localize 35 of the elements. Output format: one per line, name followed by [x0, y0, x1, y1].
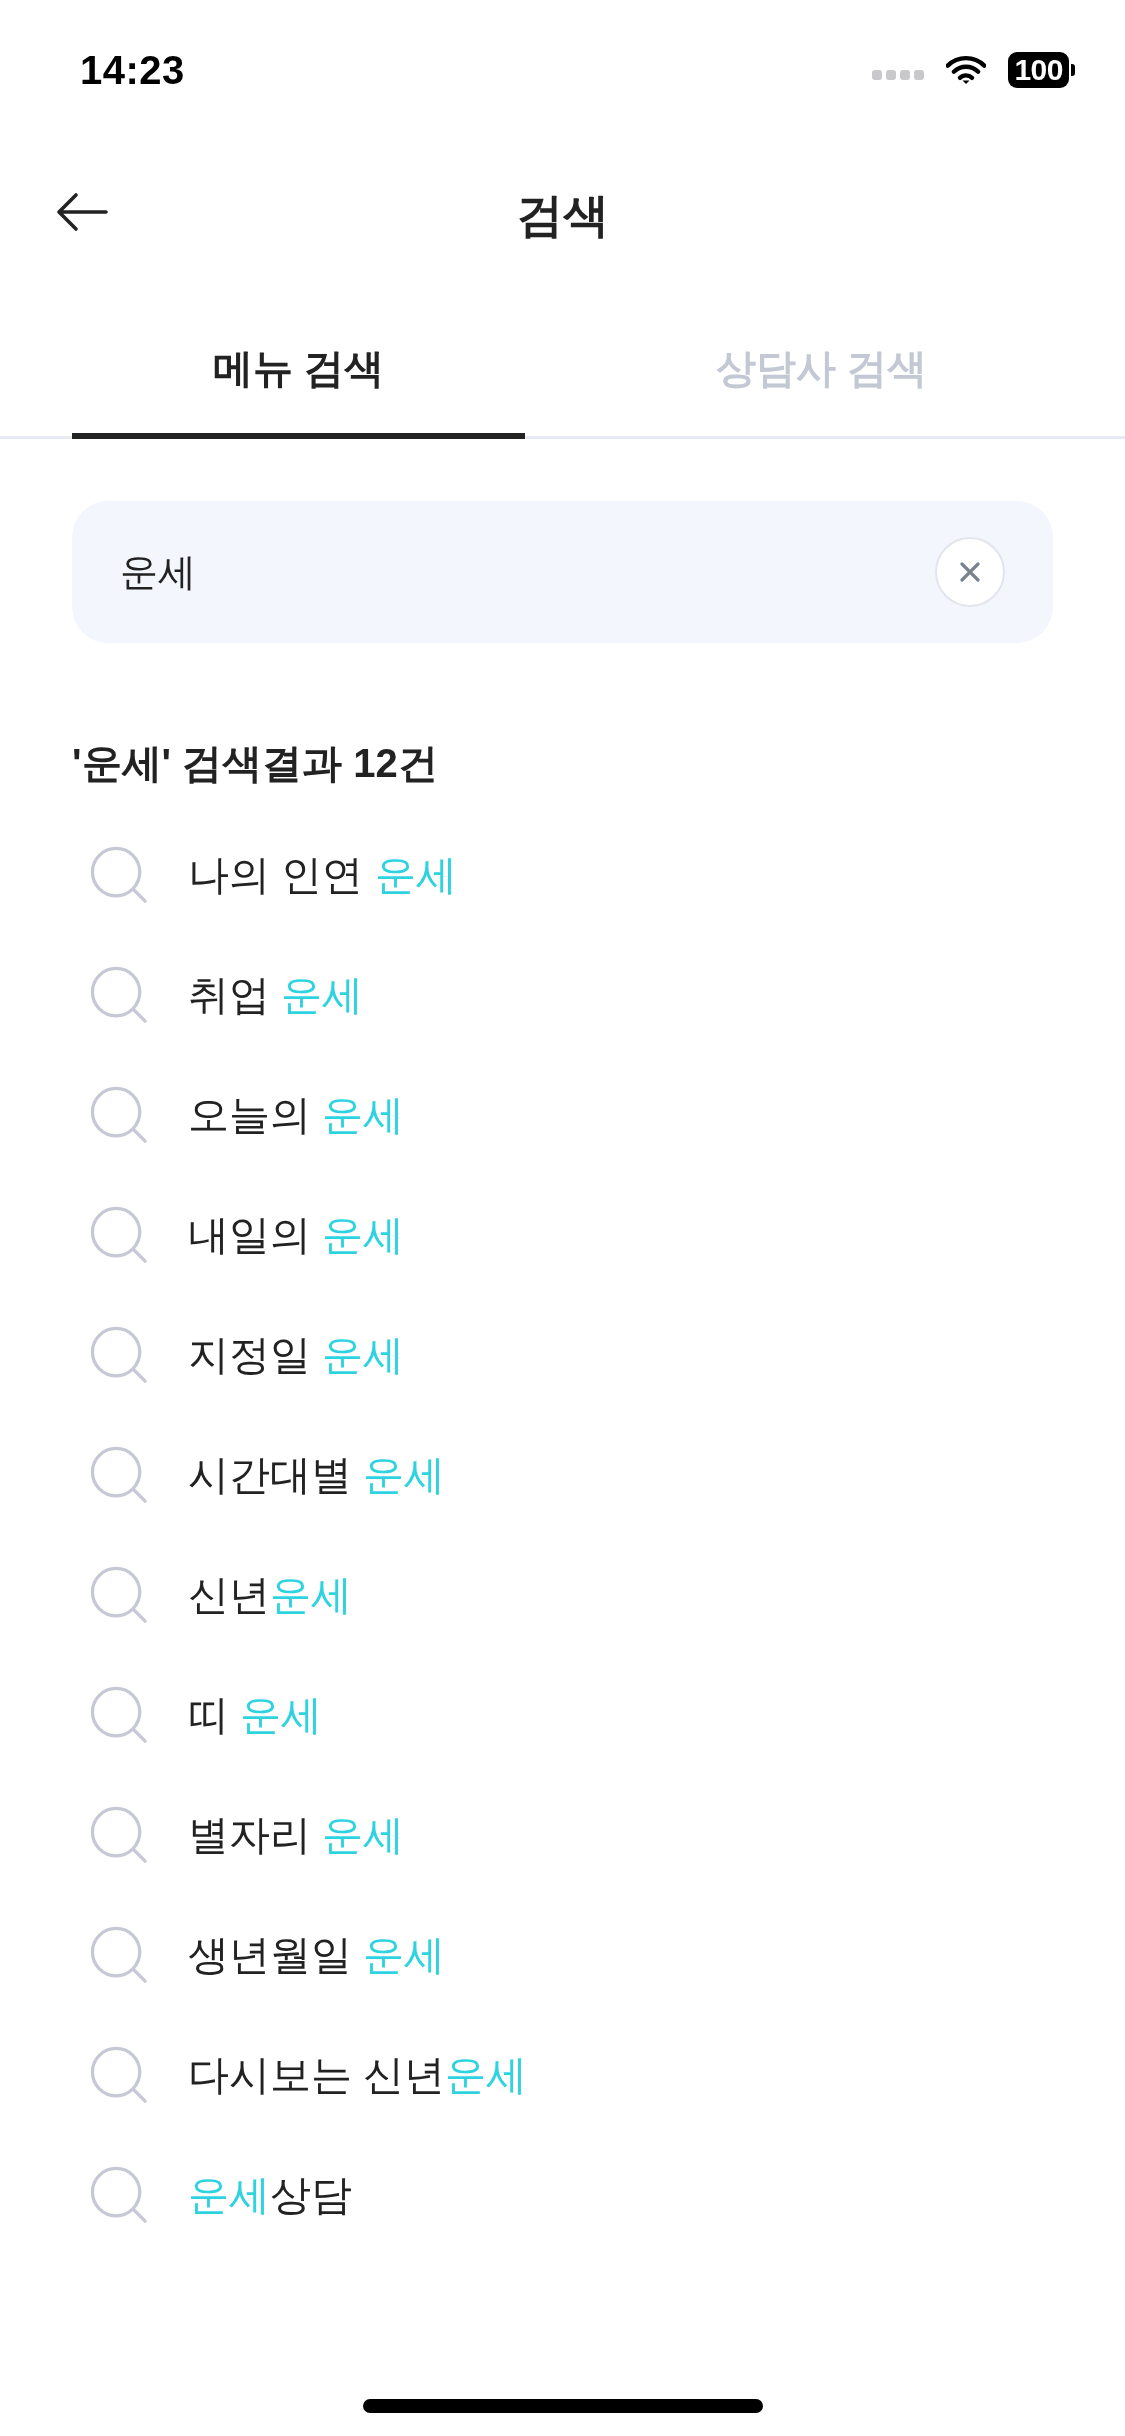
search-result-item[interactable]: 나의 인연 운세: [90, 815, 457, 935]
search-icon: [90, 1686, 148, 1744]
search-result-item[interactable]: 신년운세: [90, 1535, 352, 1655]
search-result-item[interactable]: 취업 운세: [90, 935, 364, 1055]
search-icon: [90, 846, 148, 904]
close-icon: [960, 562, 980, 582]
arrow-left-icon: [56, 192, 108, 232]
search-icon: [90, 1566, 148, 1624]
search-icon: [90, 1086, 148, 1144]
search-icon: [90, 1326, 148, 1384]
search-result-item[interactable]: 내일의 운세: [90, 1175, 405, 1295]
search-result-item[interactable]: 생년월일 운세: [90, 1895, 446, 2015]
search-result-item[interactable]: 별자리 운세: [90, 1775, 405, 1895]
search-result-item[interactable]: 시간대별 운세: [90, 1415, 446, 1535]
page-title: 검색: [516, 188, 609, 243]
wifi-icon: [946, 55, 987, 85]
search-result-item[interactable]: 운세상담: [90, 2135, 352, 2255]
battery-indicator: 100: [1008, 52, 1075, 88]
search-result-item[interactable]: 다시보는 신년운세: [90, 2015, 528, 2135]
search-result-item[interactable]: 지정일 운세: [90, 1295, 405, 1415]
signal-dots-icon: [872, 70, 925, 80]
back-button[interactable]: [56, 192, 108, 232]
search-icon: [90, 2046, 148, 2104]
search-icon: [90, 2166, 148, 2224]
search-field[interactable]: 운세: [72, 501, 1053, 643]
search-icon: [90, 966, 148, 1024]
status-time: 14:23: [80, 47, 185, 93]
search-result-item[interactable]: 오늘의 운세: [90, 1055, 405, 1175]
results-heading: '운세' 검색결과 12건: [72, 740, 438, 787]
search-icon: [90, 1206, 148, 1264]
tab[interactable]: 메뉴 검색: [72, 290, 525, 439]
search-icon: [90, 1926, 148, 1984]
search-icon: [90, 1806, 148, 1864]
search-result-item[interactable]: 띠 운세: [90, 1655, 323, 1775]
search-icon: [90, 1446, 148, 1504]
